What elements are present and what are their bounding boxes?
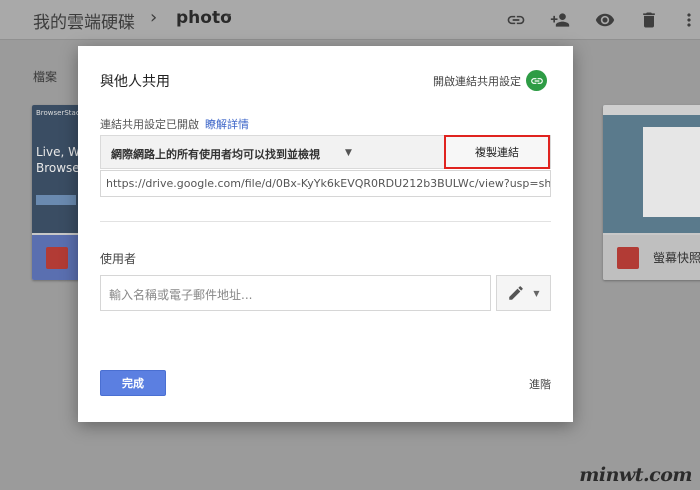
chevron-down-icon: ▼ — [533, 288, 540, 298]
users-input[interactable]: 輸入名稱或電子郵件地址... — [100, 275, 491, 311]
breadcrumb-my-drive[interactable]: 我的雲端硬碟 — [33, 8, 135, 33]
top-bar: 我的雲端硬碟 › photo ▾ — [0, 0, 700, 40]
image-file-icon — [46, 247, 68, 269]
file-name: 螢幕快照 — [653, 251, 700, 265]
access-setting-bar: 網際網路上的所有使用者均可以找到並檢視 ▼ 複製連結 — [100, 135, 551, 169]
watermark-logo: minwt.com — [579, 464, 692, 486]
access-level-dropdown[interactable]: 網際網路上的所有使用者均可以找到並檢視 — [111, 146, 320, 162]
files-section-label: 檔案 — [33, 70, 58, 84]
link-sharing-toggle[interactable]: 開啟連結共用設定 — [433, 70, 547, 91]
thumbnail-panel — [643, 127, 700, 217]
dialog-title: 與他人共用 — [100, 74, 170, 90]
share-dialog: 與他人共用 開啟連結共用設定 連結共用設定已開啟 瞭解詳情 網際網路上的所有使用者… — [78, 46, 573, 422]
file-card[interactable]: 螢幕快照 — [603, 105, 700, 280]
link-icon[interactable] — [526, 70, 547, 91]
file-thumbnail — [603, 105, 700, 233]
thumbnail-button-shape — [36, 195, 76, 205]
status-text: 連結共用設定已開啟 — [100, 118, 199, 131]
trash-icon[interactable] — [638, 9, 660, 31]
eye-icon[interactable] — [594, 9, 616, 31]
thumbnail-titlebar — [603, 105, 700, 115]
copy-link-button[interactable]: 複製連結 — [444, 135, 550, 169]
done-button[interactable]: 完成 — [100, 370, 166, 396]
thumbnail-brand: BrowserStack — [36, 109, 84, 117]
users-label: 使用者 — [100, 252, 137, 266]
advanced-link[interactable]: 進階 — [529, 376, 551, 392]
divider — [100, 221, 551, 222]
link-sharing-status: 連結共用設定已開啟 瞭解詳情 — [100, 116, 249, 132]
image-file-icon — [617, 247, 639, 269]
breadcrumb-folder[interactable]: photo — [176, 8, 232, 28]
share-url-field[interactable]: https://drive.google.com/file/d/0Bx-KyYk… — [100, 170, 551, 197]
file-card-footer: 螢幕快照 — [603, 235, 700, 280]
breadcrumb-separator: › — [150, 7, 158, 28]
permission-dropdown[interactable]: ▼ — [496, 275, 551, 311]
more-vert-icon[interactable] — [678, 9, 700, 31]
chevron-down-icon[interactable]: ▼ — [345, 148, 352, 158]
pencil-icon — [509, 286, 524, 300]
link-sharing-label: 開啟連結共用設定 — [433, 74, 521, 88]
folder-menu-caret[interactable]: ▾ — [226, 11, 231, 22]
link-icon[interactable] — [505, 9, 527, 31]
add-person-icon[interactable] — [549, 9, 571, 31]
learn-more-link[interactable]: 瞭解詳情 — [205, 118, 249, 131]
